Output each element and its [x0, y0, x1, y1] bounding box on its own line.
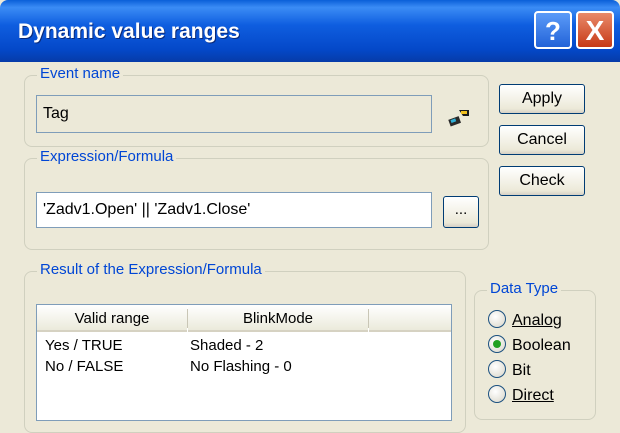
event-name-label: Event name	[37, 65, 124, 82]
column-header-blinkmode[interactable]: BlinkMode	[188, 305, 368, 332]
check-button-label: Check	[519, 172, 565, 189]
radio-boolean[interactable]: Boolean	[488, 335, 571, 355]
radio-direct-label: Direct	[512, 387, 554, 404]
close-button[interactable]: X	[576, 11, 614, 49]
radio-selected-dot	[493, 340, 501, 348]
cancel-button[interactable]: Cancel	[499, 125, 585, 155]
radio-direct[interactable]: Direct	[488, 385, 554, 405]
dialog-window: Dynamic value ranges ? X Event name Tag …	[0, 0, 620, 433]
help-button[interactable]: ?	[534, 11, 572, 49]
expression-label: Expression/Formula	[37, 148, 177, 165]
valid-range-list[interactable]: Valid range BlinkMode Yes / TRUE Shaded …	[36, 304, 452, 421]
window-title: Dynamic value ranges	[18, 20, 240, 43]
result-label: Result of the Expression/Formula	[37, 261, 265, 278]
title-bar[interactable]: Dynamic value ranges ? X	[0, 0, 620, 62]
table-row-1-blinkmode[interactable]: Shaded - 2	[190, 337, 263, 354]
event-name-field: Tag	[36, 95, 432, 133]
radio-analog-circle[interactable]	[488, 310, 506, 328]
column-header-valid-range[interactable]: Valid range	[37, 305, 187, 332]
expression-input[interactable]: 'Zadv1.Open' || 'Zadv1.Close'	[36, 192, 432, 228]
radio-boolean-circle[interactable]	[488, 335, 506, 353]
radio-bit[interactable]: Bit	[488, 360, 531, 380]
table-row-1-range[interactable]: Yes / TRUE	[45, 337, 123, 354]
radio-boolean-label: Boolean	[512, 337, 571, 354]
column-header-empty	[369, 305, 451, 332]
radio-analog-label: Analog	[512, 312, 562, 329]
apply-button-label: Apply	[521, 90, 563, 107]
apply-button[interactable]: Apply	[499, 84, 585, 114]
radio-analog[interactable]: Analog	[488, 310, 562, 330]
radio-bit-label: Bit	[512, 362, 531, 379]
table-row-2-range[interactable]: No / FALSE	[45, 358, 123, 375]
tag-selector-icon[interactable]	[446, 106, 472, 133]
browse-button[interactable]: ...	[443, 196, 479, 228]
cancel-button-label: Cancel	[517, 131, 567, 148]
data-type-label: Data Type	[487, 280, 562, 297]
radio-direct-circle[interactable]	[488, 385, 506, 403]
radio-bit-circle[interactable]	[488, 360, 506, 378]
check-button[interactable]: Check	[499, 166, 585, 196]
table-row-2-blinkmode[interactable]: No Flashing - 0	[190, 358, 292, 375]
